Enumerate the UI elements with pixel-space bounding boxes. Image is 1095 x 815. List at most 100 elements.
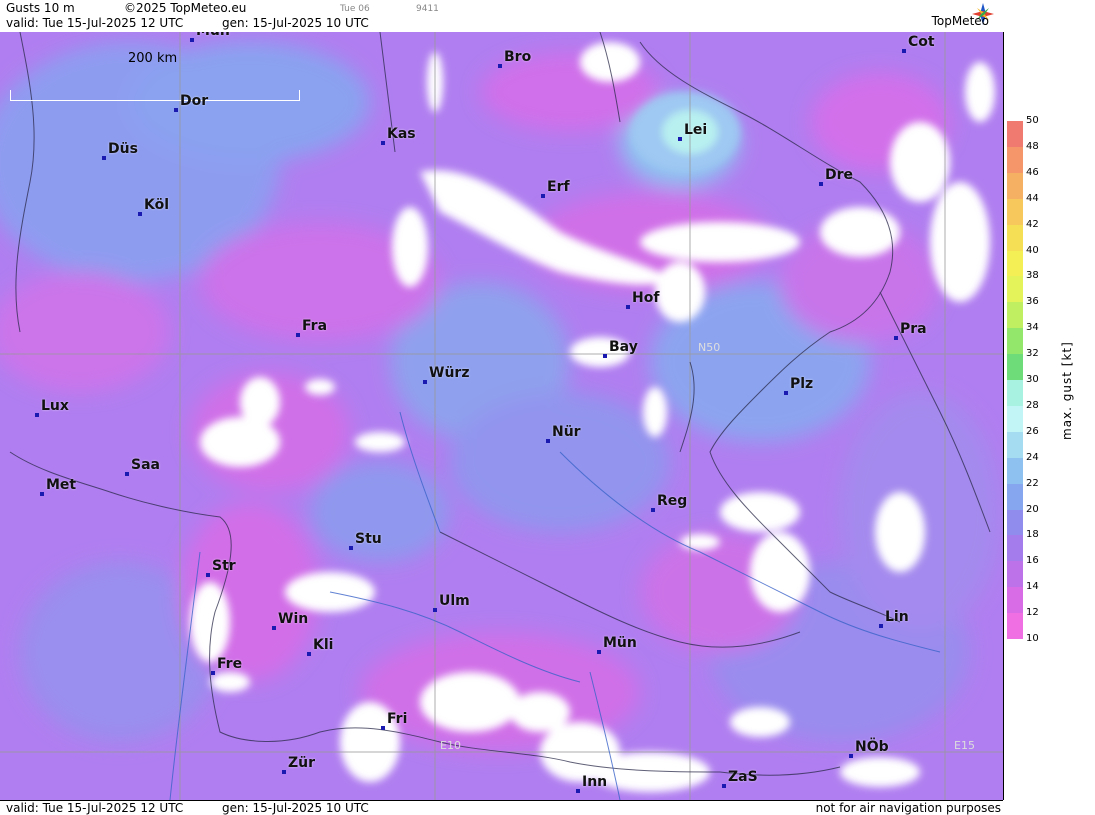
colorbar-segment <box>1007 509 1023 536</box>
city-label: Köl <box>144 197 170 213</box>
city-label: NÖb <box>855 739 889 755</box>
city-marker <box>138 212 142 216</box>
city-marker <box>849 754 853 758</box>
city-marker <box>381 726 385 730</box>
grid-label-e15: E15 <box>954 739 975 752</box>
city-label: Kas <box>387 126 416 142</box>
city-label: Lei <box>684 122 708 138</box>
city-marker <box>381 141 385 145</box>
colorbar-segment <box>1007 354 1023 381</box>
city-marker <box>603 354 607 358</box>
city-marker <box>35 413 39 417</box>
city-label: Met <box>46 477 77 493</box>
city-label: Lux <box>41 398 69 414</box>
city-marker <box>498 64 502 68</box>
city-label: Nür <box>552 424 581 440</box>
city-marker <box>174 108 178 112</box>
colorbar-tick-label: 36 <box>1026 296 1039 308</box>
copyright: ©2025 TopMeteo.eu <box>124 1 247 15</box>
city-marker <box>125 472 129 476</box>
footer-generated-time: gen: 15-Jul-2025 10 UTC <box>222 801 369 815</box>
city-marker <box>546 439 550 443</box>
colorbar-tick-label: 42 <box>1026 218 1039 230</box>
colorbar-segment <box>1007 276 1023 303</box>
colorbar-segment <box>1007 613 1023 640</box>
city-label: Bay <box>609 339 638 355</box>
colorbar-segment <box>1007 250 1023 277</box>
city-marker <box>626 305 630 309</box>
city-marker <box>433 608 437 612</box>
city-label: Bro <box>504 49 532 65</box>
city-marker <box>40 492 44 496</box>
grid-label-n50: N50 <box>698 341 721 354</box>
colorbar-tick-label: 24 <box>1026 451 1039 463</box>
colorbar-segment <box>1007 380 1023 407</box>
colorbar-tick-label: 40 <box>1026 244 1039 256</box>
run-day: Tue 06 <box>340 4 370 14</box>
colorbar-tick-label: 16 <box>1026 555 1039 567</box>
logo-text: TopMeteo <box>931 14 989 28</box>
colorbar-tick-label: 48 <box>1026 140 1039 152</box>
colorbar-tick-label: 34 <box>1026 322 1039 334</box>
city-label: Fra <box>302 318 328 334</box>
city-marker <box>678 137 682 141</box>
colorbar-segment <box>1007 302 1023 329</box>
city-label: Str <box>212 558 236 574</box>
gust-map: 200 km N50 E10 E15 Mün Bro Cot Dor Kas Lei Düs… <box>0 32 1004 800</box>
city-label: Plz <box>790 376 814 392</box>
colorbar-tick-label: 28 <box>1026 399 1039 411</box>
city-marker <box>307 652 311 656</box>
colorbar-segment <box>1007 483 1023 510</box>
colorbar-segment <box>1007 328 1023 355</box>
colorbar-tick-label: 10 <box>1026 633 1039 644</box>
footer-disclaimer: not for air navigation purposes <box>815 801 1001 815</box>
image-code: 9411 <box>416 4 439 14</box>
city-marker <box>819 182 823 186</box>
colorbar-segment <box>1007 405 1023 433</box>
city-marker <box>296 333 300 337</box>
colorbar-segment <box>1007 198 1023 226</box>
city-label: Zür <box>288 755 316 771</box>
grid-label-e10: E10 <box>440 739 461 752</box>
city-label: Düs <box>108 141 138 157</box>
city-marker <box>651 508 655 512</box>
city-marker <box>879 624 883 628</box>
city-marker <box>597 650 601 654</box>
city-marker <box>576 789 580 793</box>
city-marker <box>541 194 545 198</box>
colorbar-tick-label: 32 <box>1026 348 1039 360</box>
city-label: Inn <box>582 774 608 790</box>
city-marker <box>902 49 906 53</box>
city-label: Dre <box>825 167 854 183</box>
colorbar-tick-label: 30 <box>1026 374 1039 385</box>
colorbar-tick-label: 44 <box>1026 192 1039 204</box>
colorbar-tick-label: 14 <box>1026 581 1039 593</box>
valid-time: valid: Tue 15-Jul-2025 12 UTC <box>6 16 184 30</box>
colorbar-segment <box>1007 121 1023 148</box>
colorbar-tick-label: 26 <box>1026 425 1039 437</box>
city-label: Mün <box>603 635 637 651</box>
colorbar-segment <box>1007 587 1023 614</box>
footer-valid-time: valid: Tue 15-Jul-2025 12 UTC <box>6 801 184 815</box>
generated-time: gen: 15-Jul-2025 10 UTC <box>222 16 369 30</box>
city-marker <box>102 156 106 160</box>
city-label: Lin <box>885 609 909 625</box>
city-label: Stu <box>355 531 382 547</box>
scale-bar-label: 200 km <box>128 51 178 66</box>
city-label: Dor <box>180 93 209 109</box>
colorbar-segment <box>1007 431 1023 459</box>
colorbar-segment <box>1007 224 1023 251</box>
colorbar-segment <box>1007 172 1023 200</box>
city-marker <box>894 336 898 340</box>
product-title: Gusts 10 m <box>6 1 75 15</box>
city-label: Hof <box>632 290 660 306</box>
scale-bar <box>10 90 300 101</box>
colorbar-tick-label: 18 <box>1026 529 1039 541</box>
colorbar-tick-label: 46 <box>1026 166 1039 178</box>
map-footer: valid: Tue 15-Jul-2025 12 UTC gen: 15-Ju… <box>0 800 1003 815</box>
colorbar-tick-label: 20 <box>1026 503 1039 515</box>
city-label: Kli <box>313 637 334 653</box>
city-marker <box>722 784 726 788</box>
city-label: Win <box>278 611 309 627</box>
city-label: Ulm <box>439 593 470 609</box>
